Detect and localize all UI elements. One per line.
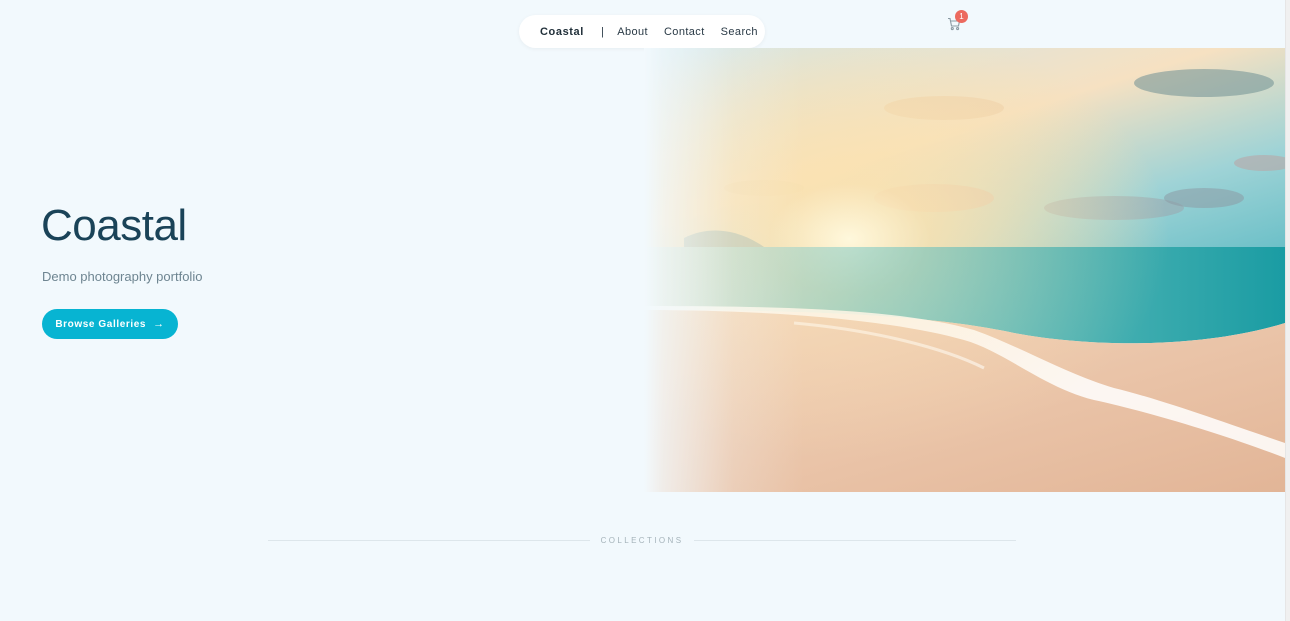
nav-link-search[interactable]: Search <box>721 26 758 38</box>
hero-beach-image <box>644 48 1285 492</box>
hero-subtitle: Demo photography portfolio <box>42 269 203 284</box>
cart-count-badge: 1 <box>955 10 968 23</box>
nav-separator: | <box>600 25 605 38</box>
nav-link-about[interactable]: About <box>617 26 648 38</box>
arrow-right-icon: → <box>153 318 165 330</box>
page-scrollbar[interactable] <box>1285 0 1290 621</box>
hero-image-fade <box>644 48 1285 492</box>
collections-divider: COLLECTIONS <box>268 533 1017 547</box>
page: Coastal | About Contact Search 1 Coastal… <box>0 0 1290 621</box>
collections-heading: COLLECTIONS <box>600 535 684 545</box>
divider-line-right <box>694 539 1017 541</box>
nav-link-contact[interactable]: Contact <box>664 26 705 38</box>
browse-galleries-button[interactable]: Browse Galleries → <box>42 309 178 339</box>
divider-line-left <box>268 539 590 541</box>
cart-button[interactable]: 1 <box>946 10 970 34</box>
top-navigation: Coastal | About Contact Search <box>519 15 765 48</box>
nav-brand-link[interactable]: Coastal <box>540 26 584 38</box>
browse-galleries-label: Browse Galleries <box>55 318 147 330</box>
hero-title: Coastal <box>41 201 187 250</box>
